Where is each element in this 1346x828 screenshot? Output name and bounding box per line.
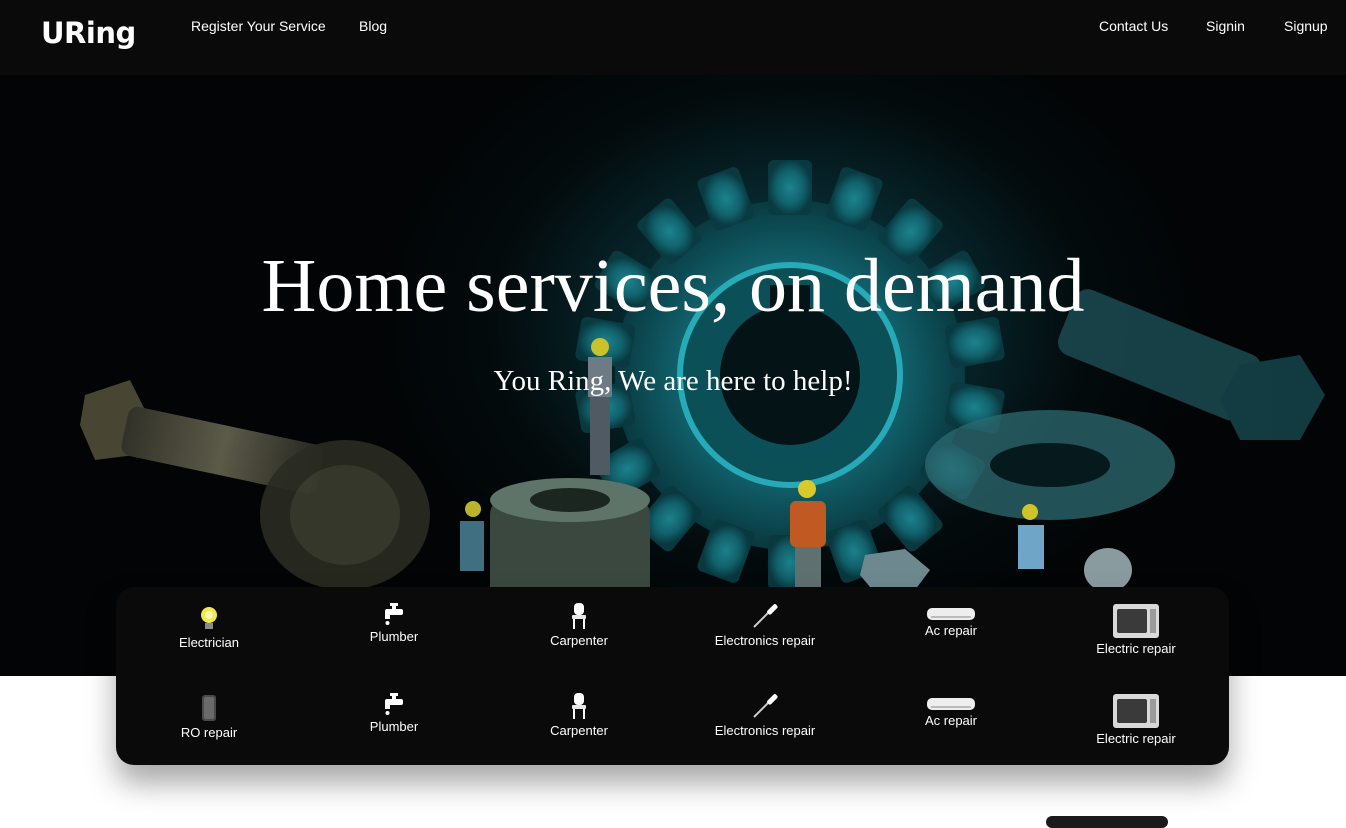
service-label: Electrician [179, 635, 239, 650]
nav-blog[interactable]: Blog [359, 18, 387, 34]
chair-icon [572, 603, 586, 629]
hero-subtitle: You Ring, We are here to help! [493, 365, 853, 397]
service-ac-repair[interactable]: Ac repair [861, 607, 1041, 638]
service-label: Electric repair [1096, 731, 1176, 746]
brand-logo[interactable]: URing [41, 16, 136, 50]
ac-unit-icon [927, 608, 975, 620]
service-electric-repair-2[interactable]: Electric repair [1046, 693, 1226, 746]
chair-icon [572, 693, 586, 719]
service-label: Plumber [369, 629, 419, 644]
services-card: Electrician Plumber Carpenter Electronic… [116, 587, 1229, 765]
service-label: Plumber [369, 719, 419, 734]
service-label: Carpenter [550, 723, 608, 738]
screwdriver-icon [753, 604, 778, 628]
service-label: Electric repair [1096, 641, 1176, 656]
nav-contact-us[interactable]: Contact Us [1099, 18, 1168, 34]
service-label: RO repair [180, 725, 238, 740]
hero-banner: Home services, on demand You Ring, We ar… [0, 75, 1346, 676]
faucet-icon [385, 693, 403, 715]
service-plumber[interactable]: Plumber [304, 601, 484, 644]
ac-unit-icon [927, 698, 975, 710]
service-ro-repair[interactable]: RO repair [119, 693, 299, 740]
top-navbar: URing Register Your Service Blog Contact… [0, 0, 1346, 75]
bulb-icon [201, 607, 217, 629]
hero-title: Home services, on demand [261, 244, 1085, 328]
water-filter-icon [202, 695, 216, 721]
nav-signup[interactable]: Signup [1284, 18, 1328, 34]
nav-signin[interactable]: Signin [1206, 18, 1245, 34]
service-electrician[interactable]: Electrician [119, 605, 299, 650]
service-electric-repair[interactable]: Electric repair [1046, 603, 1226, 656]
service-plumber-2[interactable]: Plumber [304, 691, 484, 734]
service-label: Ac repair [924, 623, 978, 638]
service-carpenter-2[interactable]: Carpenter [489, 691, 669, 738]
service-label: Ac repair [924, 713, 978, 728]
service-label: Electronics repair [714, 633, 816, 648]
screwdriver-icon [753, 694, 778, 718]
service-ac-repair-2[interactable]: Ac repair [861, 697, 1041, 728]
service-label: Electronics repair [714, 723, 816, 738]
service-label: Carpenter [550, 633, 608, 648]
service-electronics-repair-2[interactable]: Electronics repair [675, 691, 855, 738]
faucet-icon [385, 603, 403, 625]
partial-button-offscreen[interactable] [1046, 816, 1168, 828]
service-electronics-repair[interactable]: Electronics repair [675, 601, 855, 648]
microwave-icon [1113, 604, 1159, 638]
nav-register-service[interactable]: Register Your Service [191, 18, 326, 34]
service-carpenter[interactable]: Carpenter [489, 601, 669, 648]
microwave-icon [1113, 694, 1159, 728]
